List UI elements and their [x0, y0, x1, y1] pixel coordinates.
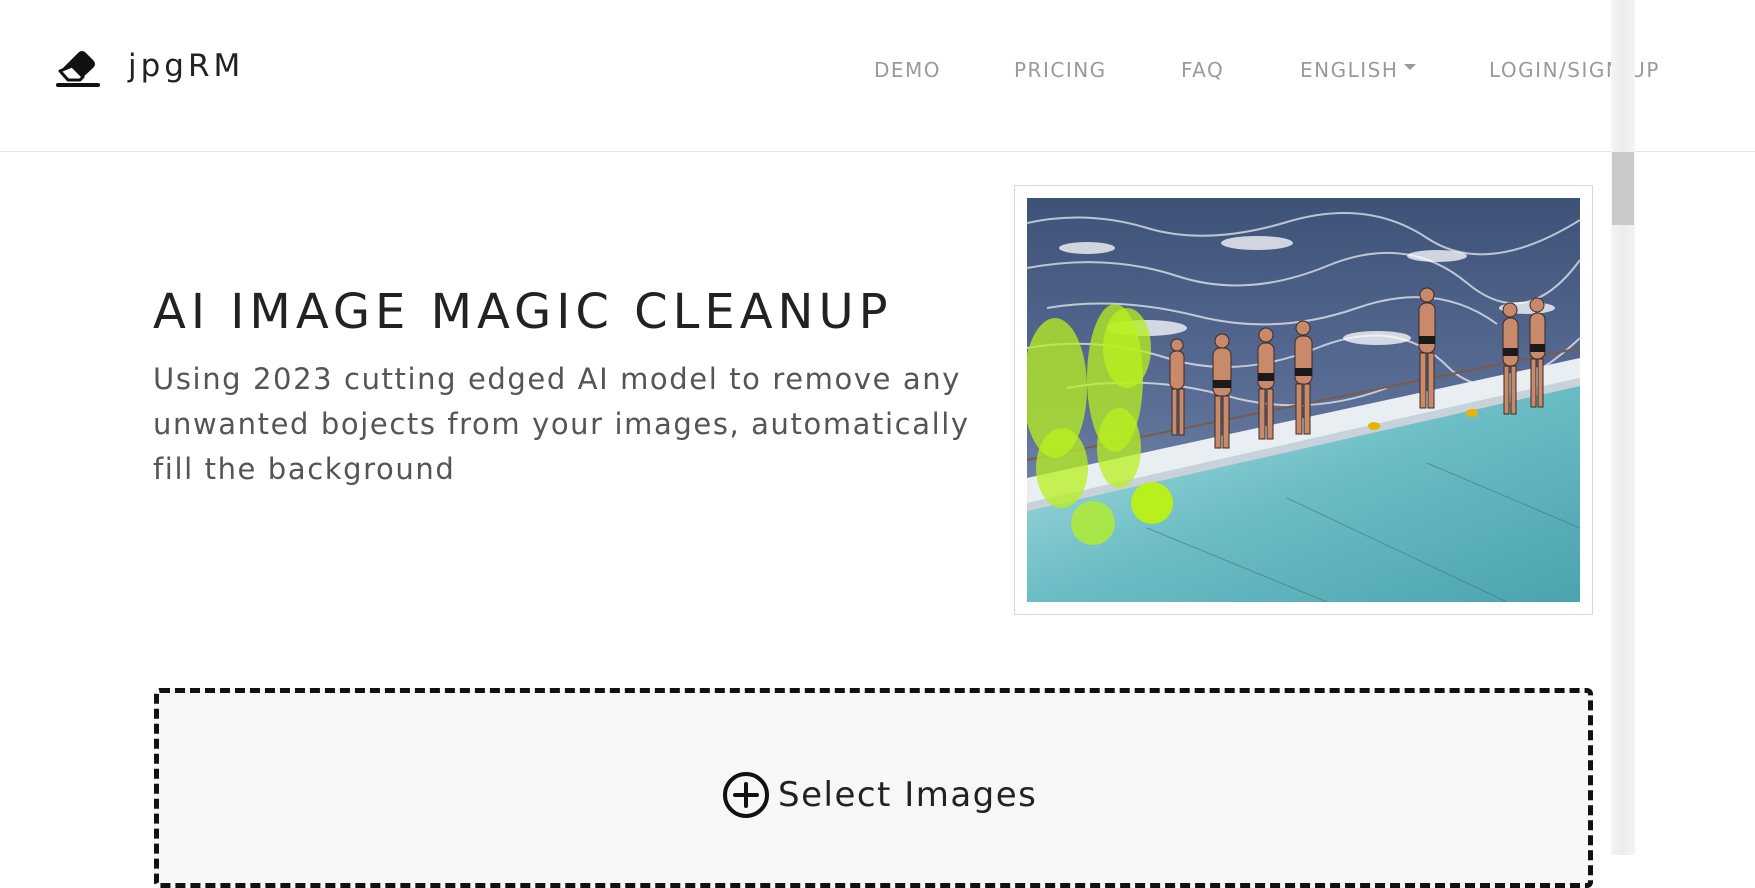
nav-pricing-link[interactable]: PRICING [1014, 58, 1107, 82]
demo-image [1027, 198, 1580, 602]
navbar: jpgRM DEMO PRICING FAQ ENGLISH LOGIN/SIG… [0, 0, 1755, 152]
demo-image-frame [1014, 185, 1593, 615]
nav-demo-link[interactable]: DEMO [874, 58, 941, 82]
select-images-button[interactable]: Select Images [722, 771, 1037, 819]
scrollbar-track[interactable] [1611, 0, 1635, 855]
eraser-icon [56, 51, 100, 87]
language-dropdown[interactable]: ENGLISH [1300, 58, 1417, 82]
page-title: AI IMAGE MAGIC CLEANUP [153, 284, 893, 340]
select-images-label: Select Images [778, 775, 1038, 815]
nav-faq-link[interactable]: FAQ [1181, 58, 1224, 82]
plus-circle-icon [723, 772, 769, 818]
language-label: ENGLISH [1300, 58, 1399, 82]
brand-name: jpgRM [128, 48, 245, 84]
hero-description: Using 2023 cutting edged AI model to rem… [153, 362, 970, 486]
caret-down-icon [1404, 64, 1417, 70]
scrollbar-thumb[interactable] [1612, 152, 1634, 225]
brand-link[interactable]: jpgRM [54, 44, 244, 88]
